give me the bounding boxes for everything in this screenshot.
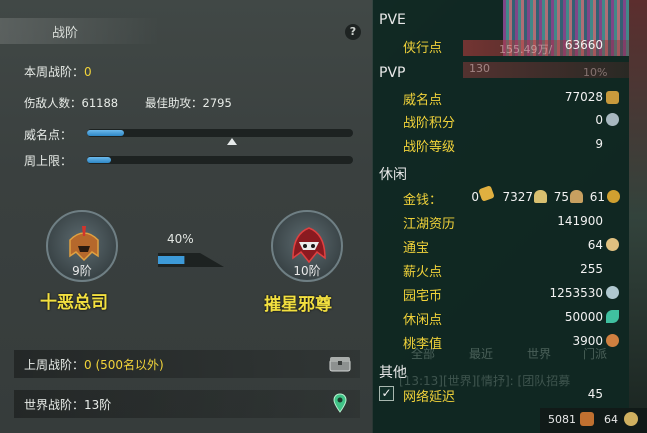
leisure-item-label: 薪火点: [403, 265, 443, 280]
assists-label: 最佳助攻：: [145, 96, 203, 110]
pve-header: PVE: [379, 12, 406, 28]
leisure-item-value: 1253530: [549, 286, 603, 300]
pvp-item-label: 战阶等级: [403, 140, 456, 155]
pvp-item-label: 威名点: [403, 93, 443, 108]
world-rank-value: 13阶: [84, 398, 112, 412]
advance-arrow-icon: [158, 253, 224, 267]
leisure-header: 休闲: [379, 167, 407, 183]
advance-bar: [158, 252, 224, 267]
pvp-item-value: 9: [595, 137, 603, 151]
tongbao-icon: [606, 238, 619, 251]
prestige-bar: [87, 129, 353, 137]
prestige-icon: [606, 91, 619, 104]
tongbao-icon[interactable]: [624, 412, 638, 426]
next-rank-level: 10阶: [293, 264, 321, 278]
background-chat-line: [13:13][世界][情抒]: [团队招募: [399, 374, 571, 388]
chest-icon[interactable]: [328, 355, 352, 373]
background-chat-tabs: 全部 最近 世界 门派: [373, 345, 628, 367]
copper-ingot-icon: [570, 190, 583, 203]
pve-item-value: 63660: [564, 38, 603, 52]
money-label: 金钱：: [403, 193, 443, 208]
background-mp-bar: [463, 62, 647, 78]
kills-label: 伤敌人数：: [24, 96, 82, 110]
pvp-item-label: 战阶积分: [403, 116, 456, 131]
bg-overlay-text-6: 门派: [583, 347, 608, 361]
bottom-value-left: 5081: [548, 413, 576, 426]
garden-coin-icon: [606, 286, 619, 299]
horn-icon[interactable]: [580, 412, 594, 426]
prestige-marker-icon: [227, 138, 237, 145]
last-week-label: 上周战阶：: [24, 358, 85, 372]
prestige-bar-fill: [87, 130, 125, 136]
kills-value: 61188: [81, 96, 119, 110]
title-bar: [0, 18, 160, 44]
leisure-item-value: 255: [580, 262, 603, 276]
money-coin: 61: [589, 190, 605, 204]
pve-item-label: 侠行点: [403, 41, 443, 56]
leaf-icon: [606, 310, 619, 323]
bg-overlay-text-3: 全部: [411, 347, 436, 361]
bg-overlay-text-2: 10%: [583, 66, 608, 79]
money-copper: 75: [553, 190, 569, 204]
prestige-label: 威名点：: [24, 128, 73, 142]
location-pin-icon[interactable]: [333, 393, 347, 413]
bg-overlay-text-4: 最近: [469, 347, 494, 361]
assists-value: 2795: [202, 96, 232, 110]
background-scene-edge: [629, 0, 647, 433]
pvp-header: PVP: [379, 65, 406, 81]
badge-icon: [606, 113, 619, 126]
silver-ingot-icon: [534, 190, 547, 203]
advance-percent: 40%: [167, 232, 194, 246]
rank-panel: 战阶 ? 本周战阶：0 伤敌人数：61188 最佳助攻：2795 威名点： 周上…: [0, 0, 372, 433]
current-rank-name: 十恶总司: [40, 293, 108, 313]
leisure-item-value: 50000: [564, 310, 603, 324]
bg-overlay-text-5: 世界: [527, 347, 552, 361]
week-rank-value: 0: [84, 65, 92, 79]
money-gold: 0: [471, 190, 479, 204]
weekly-cap-bar: [87, 156, 353, 164]
week-rank-row: 本周战阶：0: [24, 63, 92, 80]
leisure-item-label: 江湖资历: [403, 217, 456, 232]
leisure-item-label: 休闲点: [403, 313, 443, 328]
last-week-text: 上周战阶：0 (500名以外): [24, 356, 164, 373]
leisure-item-label: 通宝: [403, 241, 430, 256]
bottom-value-right: 64: [604, 413, 618, 426]
world-rank-text: 世界战阶：13阶: [24, 396, 111, 413]
next-rank-name: 摧星邪尊: [264, 295, 332, 315]
last-week-value: 0 (500名以外): [84, 358, 164, 372]
leisure-item-value: 141900: [557, 214, 603, 228]
kills-row: 伤敌人数：61188: [24, 95, 118, 111]
bottom-status-bar: 5081 64: [540, 408, 647, 433]
weekly-cap-label: 周上限：: [24, 154, 73, 168]
week-rank-label: 本周战阶：: [24, 65, 85, 79]
assists-row: 最佳助攻：2795: [145, 95, 232, 111]
help-icon[interactable]: ?: [345, 24, 361, 40]
weekly-cap-bar-fill: [87, 157, 111, 163]
leisure-item-value: 64: [587, 238, 603, 252]
panel-title: 战阶: [52, 26, 79, 41]
current-rank-level: 9阶: [72, 264, 92, 278]
leisure-item-label: 园宅币: [403, 289, 443, 304]
coin-icon: [607, 190, 620, 203]
bg-overlay-text-1: 130: [469, 62, 490, 75]
world-rank-label: 世界战阶：: [24, 398, 85, 412]
pvp-item-value: 77028: [564, 90, 603, 104]
pvp-item-value: 0: [595, 113, 603, 127]
currency-panel: 155.49万/ 130 10% PVE 侠行点 63660 PVP 威名点 7…: [373, 0, 647, 433]
money-silver: 7327: [502, 190, 533, 204]
